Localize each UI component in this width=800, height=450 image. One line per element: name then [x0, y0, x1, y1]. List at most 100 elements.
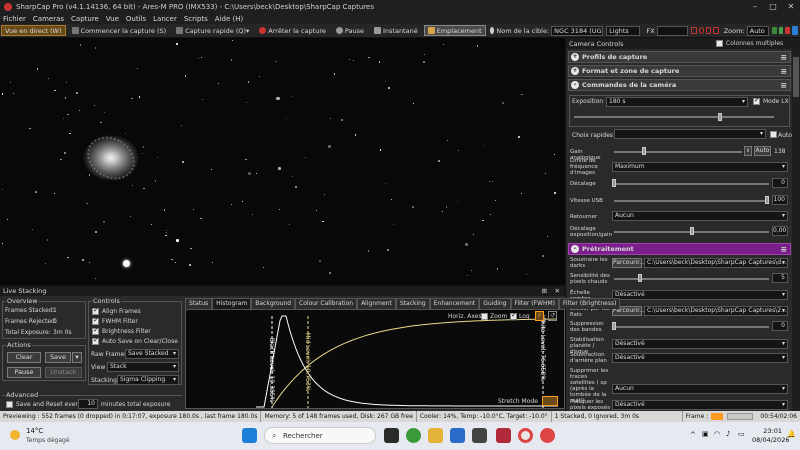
log-checkbox[interactable] [510, 311, 517, 320]
clock-time[interactable]: 23:01 [752, 427, 782, 435]
hamburger-menu-icon[interactable]: ≡ [780, 53, 787, 62]
menu-tools[interactable]: Outils [126, 15, 146, 23]
hamburger-menu-icon[interactable]: ≡ [780, 81, 787, 90]
red-circle-icon[interactable] [698, 27, 704, 34]
multi-columns-checkbox[interactable] [716, 40, 723, 47]
exposure-slider-thumb[interactable] [718, 113, 722, 121]
stretch-mode-button[interactable] [542, 396, 558, 406]
banding-value[interactable]: 0 [772, 321, 788, 331]
usb-speed-value[interactable]: 100 [772, 195, 788, 205]
close-icon[interactable]: ✕ [782, 0, 800, 13]
expand-icon[interactable]: + [571, 53, 579, 61]
windows-start-icon[interactable] [242, 428, 257, 443]
menu-cameras[interactable]: Cameras [33, 15, 64, 23]
start-capture-button[interactable]: Commencer la capture (S) [68, 25, 171, 36]
menu-capture[interactable]: Capture [71, 15, 99, 23]
app-taskbar-icon[interactable] [450, 428, 465, 443]
collapse-icon[interactable]: – [571, 81, 579, 89]
weather-temp[interactable]: 14°C [26, 427, 43, 435]
menu-view[interactable]: Vue [106, 15, 119, 23]
tray-app-icon[interactable]: ▣ [702, 430, 709, 438]
tab-histogram[interactable]: Histogram [212, 298, 252, 309]
align-frames-checkbox[interactable] [92, 306, 99, 315]
notifications-icon[interactable]: 🔔 [787, 430, 796, 438]
quick-capture-button[interactable]: Capture rapide (Q) ▾ [172, 25, 253, 36]
tab-filter-brightness[interactable]: Filter (Brightness) [559, 298, 621, 309]
gain-slider-thumb[interactable] [642, 147, 646, 155]
battery-icon[interactable]: ▭ [738, 430, 745, 438]
banding-slider-thumb[interactable] [612, 322, 616, 330]
target-icon[interactable] [489, 27, 495, 34]
image-viewer[interactable] [0, 38, 565, 285]
brush-icon[interactable] [791, 26, 798, 35]
multi-columns-toggle[interactable]: Colonnes multiples [716, 40, 783, 47]
save-reset-checkbox[interactable] [6, 401, 13, 408]
grid-icon[interactable] [713, 27, 719, 34]
live-view-button[interactable]: Vue en direct (W) [1, 25, 66, 36]
frame-type-select[interactable]: Lights [606, 25, 641, 36]
section-capture-profiles[interactable]: + Profils de capture ≡ [568, 51, 791, 63]
exposure-slider[interactable] [574, 116, 774, 118]
hot-pixel-value[interactable]: 5 [772, 273, 788, 283]
auto-save-checkbox[interactable] [92, 336, 99, 345]
dark-scale-select[interactable]: Désactivé ▾ [612, 290, 788, 300]
exposure-offset-slider-thumb[interactable] [690, 227, 694, 235]
pin-icon[interactable]: ⊞ [542, 286, 547, 296]
menu-launch[interactable]: Lancer [153, 15, 177, 23]
frame-rate-select[interactable]: Maximum ▾ [612, 162, 788, 172]
collapse-icon[interactable]: – [571, 245, 579, 253]
exposure-offset-value[interactable]: 0,00 [772, 226, 788, 236]
auto-exposure-checkbox[interactable] [770, 131, 777, 138]
clear-button[interactable]: Clear [7, 352, 41, 363]
offset-slider-thumb[interactable] [612, 179, 616, 187]
clock-date[interactable]: 08/04/2026 [752, 436, 789, 444]
tab-colour-calibration[interactable]: Colour Calibration [295, 298, 358, 309]
darks-path-select[interactable]: C:\Users\beck\Desktop\SharpCap Captures\… [644, 258, 788, 268]
hamburger-menu-icon[interactable]: ≡ [780, 67, 787, 76]
satellite-trails-select[interactable]: Aucun ▾ [612, 384, 788, 394]
reset-icon[interactable]: ↺ [548, 311, 557, 321]
gain-auto-button[interactable]: Auto [754, 146, 771, 156]
close-icon[interactable]: ✕ [555, 286, 560, 296]
unstack-button[interactable]: Unstack [45, 367, 82, 378]
quick-choices-select[interactable]: ▾ [614, 129, 766, 139]
usb-speed-slider[interactable] [614, 200, 769, 202]
red-box-icon[interactable] [691, 27, 697, 34]
crosshair-icon[interactable] [705, 27, 712, 34]
weather-sun-icon[interactable] [10, 430, 20, 440]
stabilization-select[interactable]: Désactivé ▾ [612, 339, 788, 349]
minimize-icon[interactable]: – [746, 0, 764, 13]
tab-background[interactable]: Background [251, 298, 296, 309]
mask-pixels-select[interactable]: Désactivé ▾ [612, 400, 788, 410]
tab-alignment[interactable]: Alignment [357, 298, 396, 309]
offset-value[interactable]: 0 [772, 178, 788, 188]
terminal-taskbar-icon[interactable] [472, 428, 487, 443]
tab-status[interactable]: Status [185, 298, 213, 309]
gain-spinner[interactable]: ⇕ [744, 146, 752, 156]
browse-darks-button[interactable]: Parcourir... [612, 258, 645, 268]
sharpcap-taskbar-icon[interactable] [406, 428, 421, 443]
tab-filter-fwhm[interactable]: Filter (FWHM) [510, 298, 560, 309]
raw-frames-select[interactable]: Save Stacked ▾ [125, 349, 179, 359]
hamburger-menu-icon[interactable]: ≡ [780, 245, 787, 254]
brightness-filter-checkbox[interactable] [92, 326, 99, 335]
file-explorer-icon[interactable] [428, 428, 443, 443]
stretch-icon[interactable]: ⚡ [535, 311, 544, 321]
offset-slider[interactable] [614, 183, 769, 185]
zoom-select[interactable]: Auto [746, 25, 769, 36]
stacking-select[interactable]: Sigma Clipping ▾ [117, 375, 179, 385]
volume-icon[interactable]: ♪ [726, 430, 730, 438]
sky-subtraction-select[interactable]: Désactivé ▾ [612, 353, 788, 363]
save-options-chevron-icon[interactable]: ▾ [72, 352, 82, 363]
pause-stack-button[interactable]: Pause [7, 367, 41, 378]
gain-slider[interactable] [614, 151, 742, 153]
zoom-checkbox[interactable] [481, 313, 488, 320]
task-view-icon[interactable] [384, 428, 399, 443]
stop-capture-button[interactable]: Arrêter la capture [255, 25, 330, 36]
wifi-icon[interactable]: ◠ [714, 430, 720, 438]
save-reset-minutes-field[interactable]: 10 [78, 399, 98, 409]
chrome-taskbar-icon[interactable] [518, 428, 533, 443]
maximize-icon[interactable]: □ [764, 0, 782, 13]
panel-scrollbar[interactable] [792, 49, 800, 411]
weather-desc[interactable]: Temps dégagé [26, 437, 70, 444]
